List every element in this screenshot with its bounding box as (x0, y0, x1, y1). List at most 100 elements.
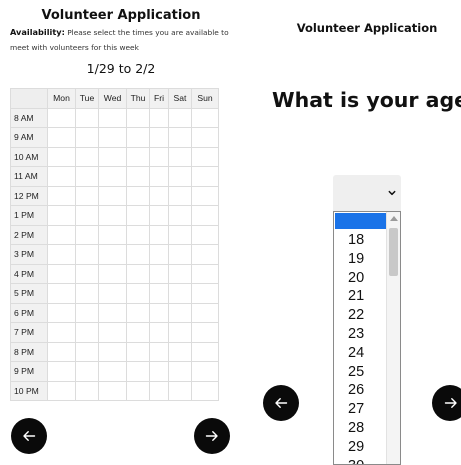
availability-slot[interactable] (98, 322, 127, 343)
availability-slot[interactable] (75, 166, 99, 187)
availability-slot[interactable] (149, 341, 169, 362)
availability-slot[interactable] (149, 361, 169, 382)
availability-slot[interactable] (126, 322, 150, 343)
availability-slot[interactable] (168, 224, 192, 245)
availability-slot[interactable] (47, 224, 76, 245)
availability-slot[interactable] (47, 322, 76, 343)
availability-slot[interactable] (149, 127, 169, 148)
availability-slot[interactable] (75, 244, 99, 265)
availability-slot[interactable] (126, 380, 150, 401)
availability-slot[interactable] (191, 341, 219, 362)
availability-slot[interactable] (47, 341, 76, 362)
availability-slot[interactable] (126, 263, 150, 284)
availability-slot[interactable] (191, 205, 219, 226)
availability-slot[interactable] (149, 283, 169, 304)
availability-slot[interactable] (191, 166, 219, 187)
availability-slot[interactable] (191, 107, 219, 128)
availability-slot[interactable] (98, 107, 127, 128)
availability-slot[interactable] (168, 205, 192, 226)
availability-slot[interactable] (47, 302, 76, 323)
availability-slot[interactable] (126, 146, 150, 167)
availability-slot[interactable] (149, 380, 169, 401)
availability-slot[interactable] (149, 146, 169, 167)
age-option[interactable]: 22 (348, 306, 364, 325)
availability-slot[interactable] (126, 302, 150, 323)
availability-slot[interactable] (47, 283, 76, 304)
availability-slot[interactable] (98, 224, 127, 245)
availability-slot[interactable] (149, 205, 169, 226)
availability-slot[interactable] (75, 185, 99, 206)
availability-slot[interactable] (168, 166, 192, 187)
age-option[interactable]: 23 (348, 325, 364, 344)
availability-slot[interactable] (47, 244, 76, 265)
availability-slot[interactable] (149, 263, 169, 284)
availability-slot[interactable] (98, 185, 127, 206)
availability-slot[interactable] (168, 263, 192, 284)
availability-slot[interactable] (75, 146, 99, 167)
availability-slot[interactable] (75, 263, 99, 284)
scroll-up-arrow-icon[interactable] (390, 216, 398, 221)
availability-slot[interactable] (191, 127, 219, 148)
back-button-secondary[interactable] (263, 385, 299, 421)
age-dropdown-list[interactable]: 18192021222324252627282930 (333, 211, 401, 465)
next-button[interactable] (194, 418, 230, 454)
availability-slot[interactable] (126, 283, 150, 304)
availability-slot[interactable] (149, 244, 169, 265)
availability-slot[interactable] (126, 107, 150, 128)
availability-slot[interactable] (75, 361, 99, 382)
availability-slot[interactable] (126, 166, 150, 187)
availability-slot[interactable] (75, 380, 99, 401)
availability-slot[interactable] (191, 302, 219, 323)
dropdown-scrollbar[interactable] (386, 212, 400, 464)
availability-slot[interactable] (149, 185, 169, 206)
availability-slot[interactable] (75, 283, 99, 304)
availability-slot[interactable] (98, 166, 127, 187)
age-option[interactable]: 29 (348, 438, 364, 457)
availability-slot[interactable] (168, 127, 192, 148)
availability-slot[interactable] (191, 263, 219, 284)
dropdown-selected-option[interactable] (335, 213, 386, 229)
availability-slot[interactable] (98, 127, 127, 148)
availability-slot[interactable] (168, 302, 192, 323)
availability-slot[interactable] (191, 380, 219, 401)
scroll-thumb[interactable] (389, 228, 398, 276)
availability-slot[interactable] (149, 322, 169, 343)
availability-slot[interactable] (75, 107, 99, 128)
availability-slot[interactable] (75, 341, 99, 362)
availability-slot[interactable] (168, 146, 192, 167)
age-option[interactable]: 25 (348, 363, 364, 382)
age-option[interactable]: 18 (348, 231, 364, 250)
availability-slot[interactable] (47, 263, 76, 284)
availability-slot[interactable] (98, 146, 127, 167)
availability-slot[interactable] (191, 283, 219, 304)
availability-slot[interactable] (75, 205, 99, 226)
availability-slot[interactable] (126, 224, 150, 245)
age-option[interactable]: 20 (348, 269, 364, 288)
availability-slot[interactable] (47, 107, 76, 128)
age-option[interactable]: 19 (348, 250, 364, 269)
availability-slot[interactable] (126, 185, 150, 206)
availability-slot[interactable] (98, 302, 127, 323)
age-option[interactable]: 28 (348, 419, 364, 438)
availability-slot[interactable] (149, 302, 169, 323)
availability-slot[interactable] (126, 244, 150, 265)
availability-slot[interactable] (47, 127, 76, 148)
availability-slot[interactable] (168, 341, 192, 362)
availability-slot[interactable] (149, 107, 169, 128)
availability-slot[interactable] (149, 224, 169, 245)
availability-slot[interactable] (47, 185, 76, 206)
availability-slot[interactable] (75, 302, 99, 323)
availability-slot[interactable] (47, 380, 76, 401)
availability-slot[interactable] (149, 166, 169, 187)
availability-slot[interactable] (98, 283, 127, 304)
age-option[interactable]: 24 (348, 344, 364, 363)
age-option[interactable]: 30 (348, 457, 364, 464)
back-button[interactable] (11, 418, 47, 454)
availability-slot[interactable] (191, 244, 219, 265)
availability-slot[interactable] (47, 146, 76, 167)
availability-slot[interactable] (98, 341, 127, 362)
availability-slot[interactable] (191, 185, 219, 206)
availability-slot[interactable] (98, 244, 127, 265)
availability-slot[interactable] (75, 224, 99, 245)
availability-slot[interactable] (168, 244, 192, 265)
